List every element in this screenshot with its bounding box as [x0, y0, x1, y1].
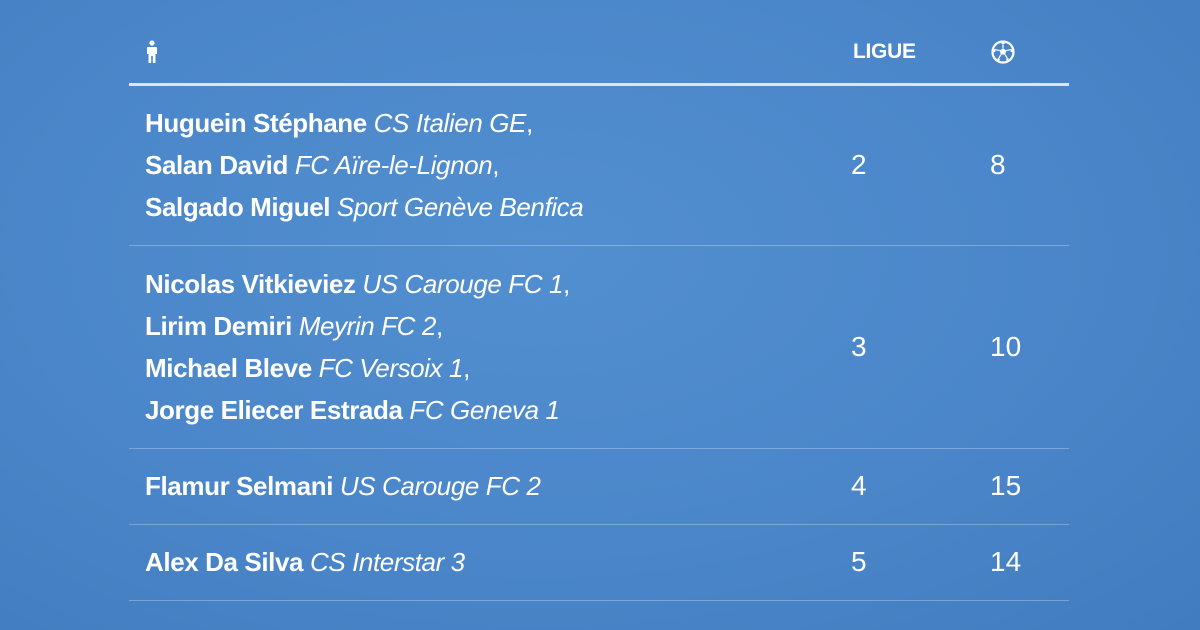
players-cell: Huguein Stéphane CS Italien GE, Salan Dav…	[145, 102, 584, 228]
player-entry: Lirim Demiri Meyrin FC 2,	[145, 305, 570, 347]
table-header: LIGUE	[129, 30, 1069, 86]
player-club: CS Interstar 3	[309, 547, 465, 577]
league-cell: 4	[851, 470, 867, 501]
separator: ,	[435, 311, 443, 341]
player-entry: Huguein Stéphane CS Italien GE,	[145, 102, 583, 144]
player-name: Jorge Eliecer Estrada	[145, 395, 403, 425]
player-name: Flamur Selmani	[145, 471, 334, 501]
league-column-header: LIGUE	[853, 40, 916, 63]
player-name: Michael Bleve	[145, 353, 312, 383]
league-cell: 5	[851, 546, 867, 577]
goals-cell: 15	[990, 470, 1022, 501]
soccer-ball-icon	[991, 40, 1015, 64]
player-club: Meyrin FC 2	[298, 311, 437, 341]
goals-cell: 14	[990, 546, 1022, 577]
table-row: Huguein Stéphane CS Italien GE, Salan Dav…	[129, 86, 1069, 246]
table-row: Nicolas Vitkieviez US Carouge FC 1, Lirim…	[129, 246, 1069, 449]
player-club: US Carouge FC 1	[362, 269, 564, 299]
players-cell: Alex Da Silva CS Interstar 3	[145, 541, 465, 583]
player-entry: Jorge Eliecer Estrada FC Geneva 1	[145, 389, 570, 431]
player-entry: Alex Da Silva CS Interstar 3	[145, 541, 465, 583]
goals-cell: 8	[990, 149, 1006, 180]
player-entry: Salan David FC Aïre-le-Lignon,	[145, 144, 583, 186]
player-name: Lirim Demiri	[145, 311, 292, 341]
player-club: FC Aïre-le-Lignon	[294, 150, 493, 180]
person-icon	[147, 40, 157, 63]
league-cell: 2	[851, 149, 867, 180]
player-club: CS Italien GE	[373, 108, 527, 138]
player-name: Salan David	[145, 150, 288, 180]
separator: ,	[525, 108, 533, 138]
players-cell: Nicolas Vitkieviez US Carouge FC 1, Lirim…	[145, 263, 570, 431]
table-row: Flamur Selmani US Carouge FC 2 4 15	[129, 449, 1069, 525]
player-name: Alex Da Silva	[145, 547, 304, 577]
goals-cell: 10	[990, 331, 1022, 362]
table-row: Alex Da Silva CS Interstar 3 5 14	[129, 525, 1069, 601]
separator: ,	[463, 353, 470, 383]
player-entry: Nicolas Vitkieviez US Carouge FC 1,	[145, 263, 570, 305]
scorers-table: LIGUE Huguein Stéphane CS Italien GE, Sal…	[129, 30, 1069, 601]
table-body: Huguein Stéphane CS Italien GE, Salan Dav…	[129, 86, 1069, 601]
player-entry: Salgado Miguel Sport Genève Benfica	[145, 186, 584, 228]
player-club: Sport Genève Benfica	[336, 192, 584, 222]
player-club: FC Versoix 1	[318, 353, 464, 383]
player-club: FC Geneva 1	[409, 395, 560, 425]
league-cell: 3	[851, 331, 867, 362]
separator: ,	[563, 269, 570, 299]
players-cell: Flamur Selmani US Carouge FC 2	[145, 465, 541, 507]
player-club: US Carouge FC 2	[339, 471, 541, 501]
player-entry: Flamur Selmani US Carouge FC 2	[145, 465, 541, 507]
player-entry: Michael Bleve FC Versoix 1,	[145, 347, 570, 389]
player-name: Nicolas Vitkieviez	[145, 269, 356, 299]
player-name: Salgado Miguel	[145, 192, 331, 222]
player-name: Huguein Stéphane	[145, 108, 367, 138]
separator: ,	[492, 150, 500, 180]
